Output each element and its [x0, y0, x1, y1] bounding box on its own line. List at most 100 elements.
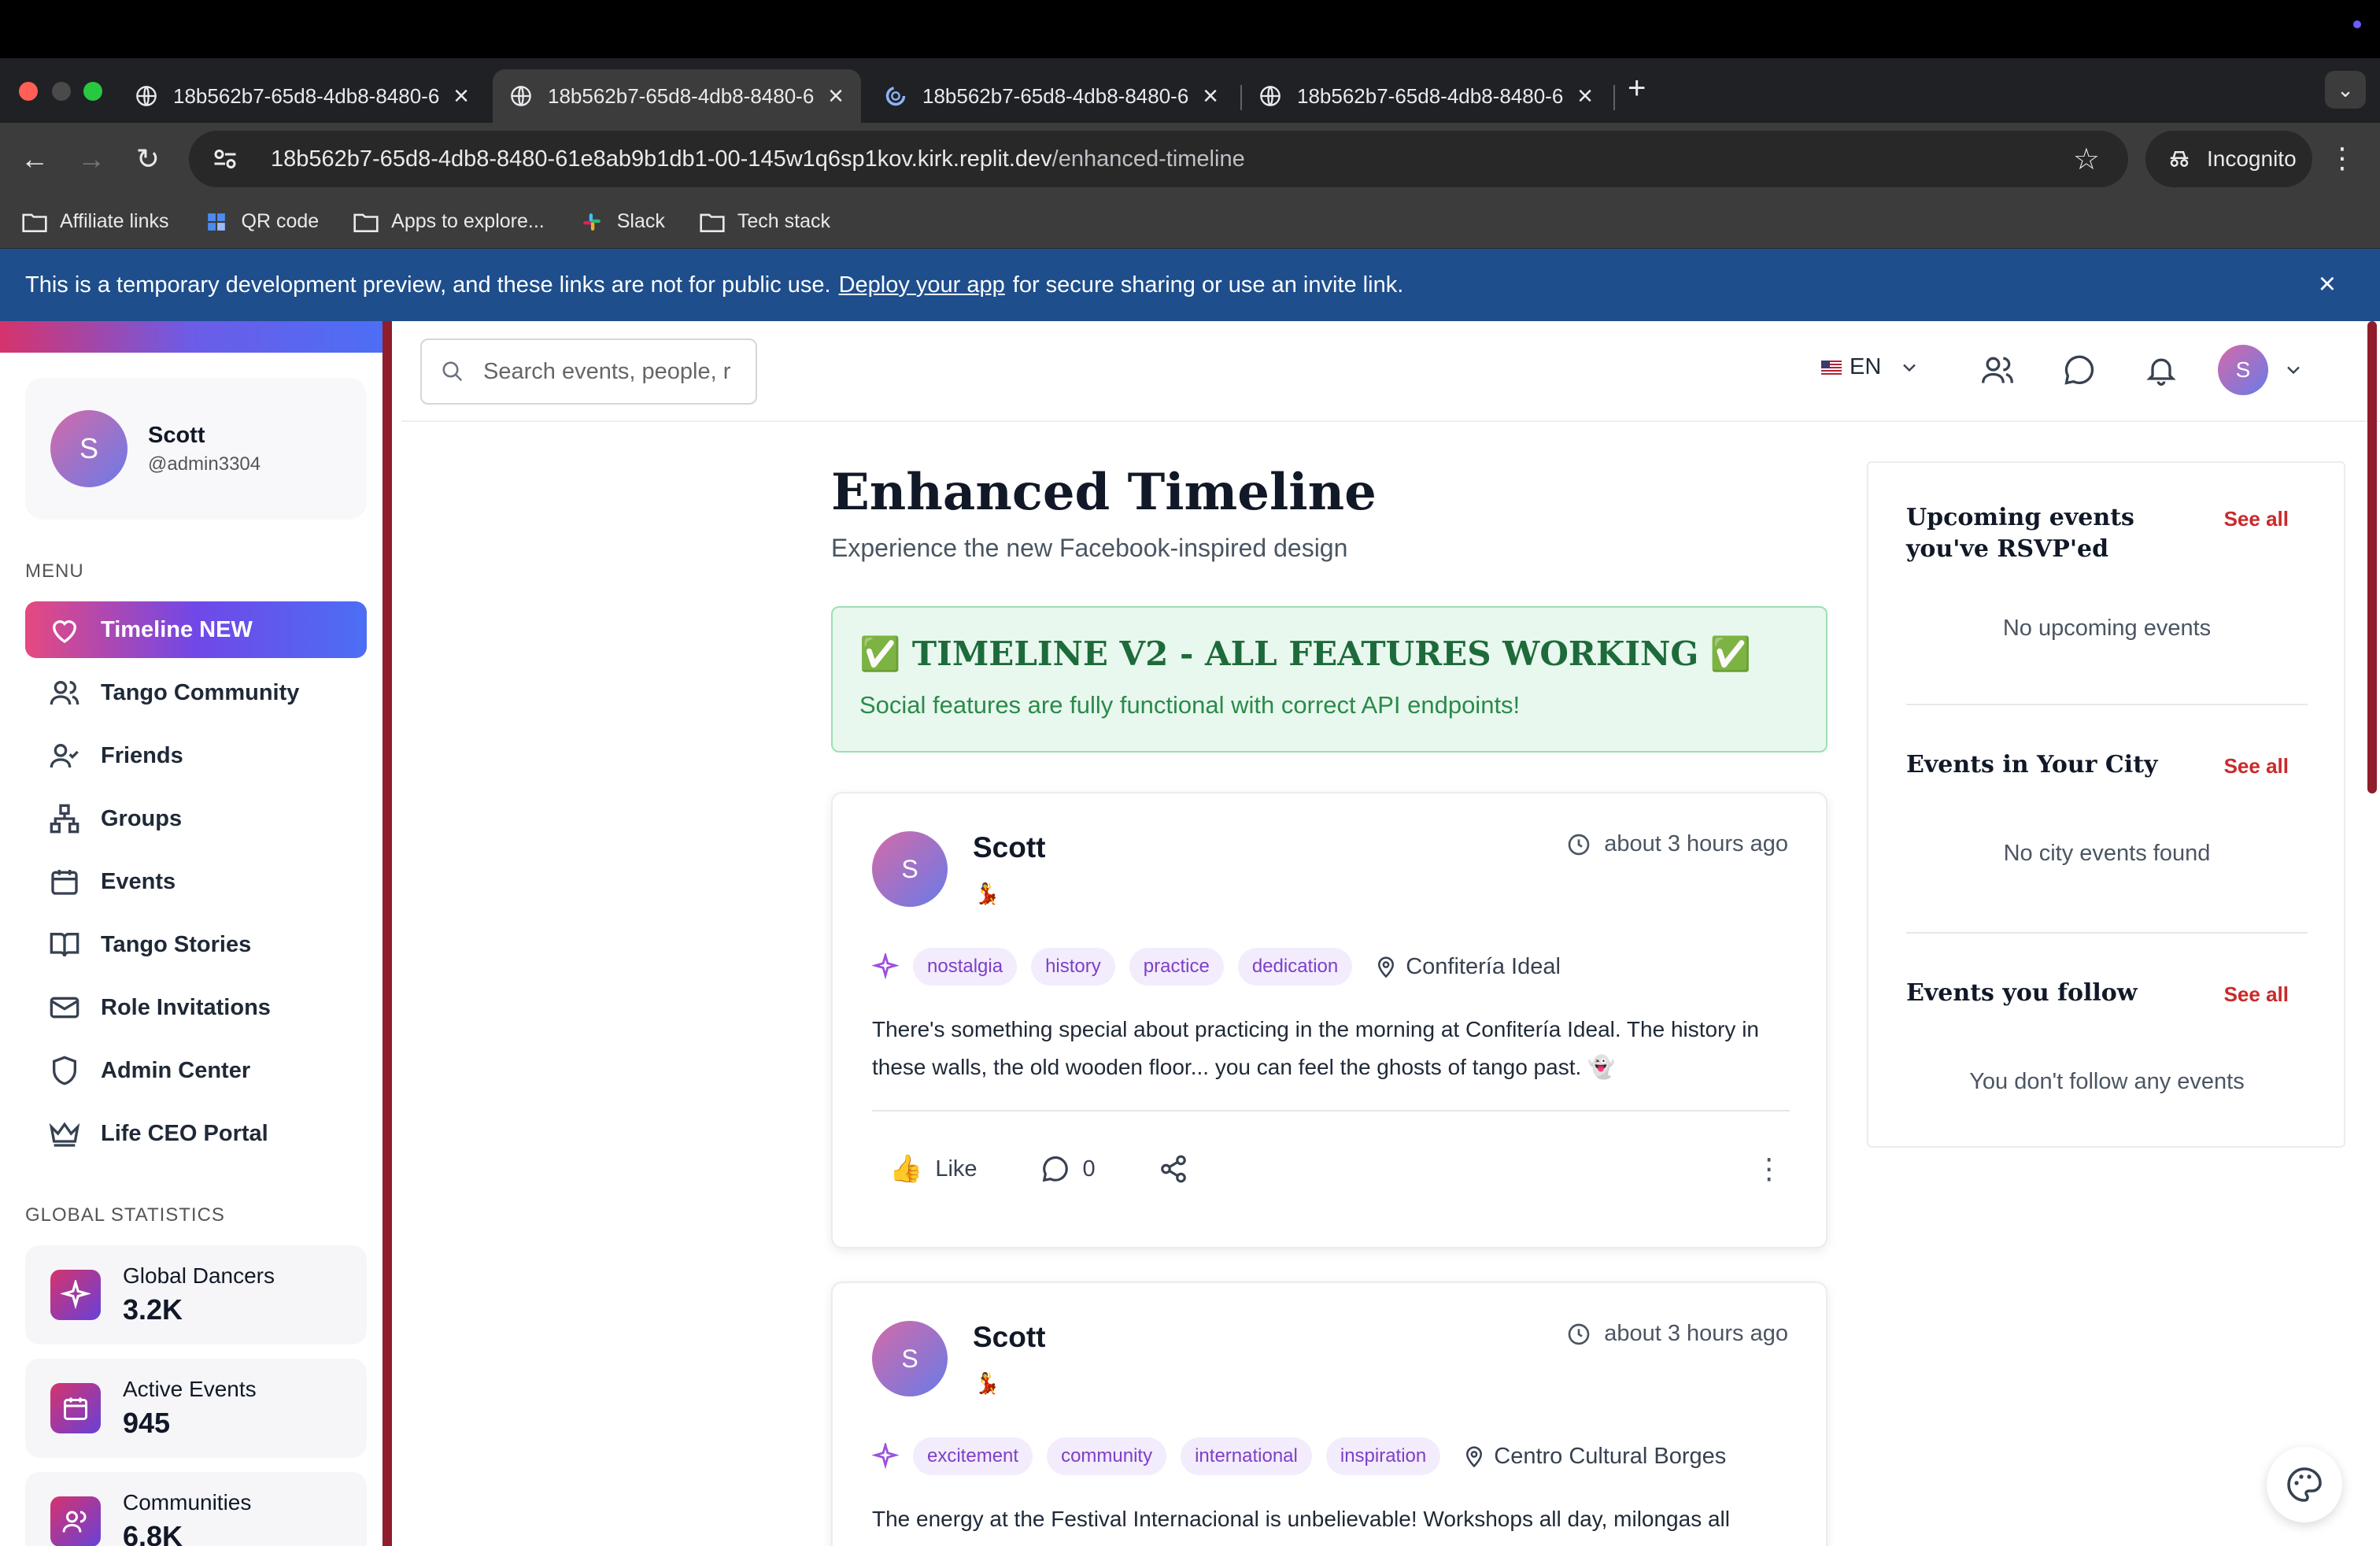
- window-close-button[interactable]: [19, 82, 38, 101]
- user-menu[interactable]: S: [2218, 345, 2304, 395]
- tag-badge[interactable]: international: [1181, 1437, 1312, 1475]
- stat-value: 945: [123, 1407, 171, 1439]
- deploy-app-link[interactable]: Deploy your app: [839, 272, 1005, 298]
- see-all-link[interactable]: See all: [2224, 507, 2289, 531]
- search-input[interactable]: [483, 358, 751, 385]
- sidebar-item-events[interactable]: Events: [25, 853, 367, 910]
- stat-card-global-dancers: Global Dancers 3.2K: [25, 1245, 367, 1344]
- forward-button[interactable]: →: [72, 140, 110, 178]
- site-settings-icon[interactable]: [211, 145, 239, 173]
- avatar: S: [50, 410, 128, 487]
- message-icon[interactable]: [2062, 353, 2097, 387]
- tab-strip: 18b562b7-65d8-4db8-8480-61e8ab9b1db1 × 1…: [0, 58, 2380, 123]
- users-icon: [50, 1496, 101, 1546]
- sidebar-item-label: Tango Stories: [101, 931, 252, 957]
- sidebar-item-role-invitations[interactable]: Role Invitations: [25, 979, 367, 1036]
- location-label: Centro Cultural Borges: [1494, 1443, 1727, 1469]
- back-button[interactable]: ←: [16, 140, 54, 178]
- incognito-indicator[interactable]: Incognito: [2145, 131, 2312, 187]
- bookmarks-bar: Affiliate links QR code Apps to explore.…: [0, 195, 2380, 249]
- tag-badge[interactable]: excitement: [913, 1437, 1033, 1475]
- bookmark-apps-to-explore[interactable]: Apps to explore...: [353, 210, 545, 233]
- profile-text: Scott @admin3304: [148, 423, 261, 475]
- sidebar-item-friends[interactable]: Friends: [25, 727, 367, 784]
- tag-badge[interactable]: history: [1031, 948, 1115, 986]
- sidebar-item-timeline[interactable]: Timeline NEW: [25, 601, 367, 658]
- success-notice: ✅ TIMELINE V2 - ALL FEATURES WORKING ✅ S…: [831, 606, 1828, 753]
- sparkle-icon: [872, 953, 899, 980]
- friends-icon[interactable]: [1980, 353, 2015, 387]
- browser-tab-1[interactable]: 18b562b7-65d8-4db8-8480-61e8ab9b1db1 ×: [118, 69, 486, 123]
- bookmark-slack[interactable]: Slack: [579, 210, 665, 233]
- sidebar-item-tango-community[interactable]: Tango Community: [25, 664, 367, 721]
- more-options-icon[interactable]: ⋮: [1755, 1152, 1783, 1185]
- sidebar-item-groups[interactable]: Groups: [25, 790, 367, 847]
- close-icon[interactable]: ×: [2319, 268, 2336, 301]
- sparkle-icon: [872, 1443, 899, 1470]
- post-location[interactable]: Centro Cultural Borges: [1462, 1444, 1726, 1470]
- mail-icon: [50, 997, 79, 1019]
- tab-search-button[interactable]: ⌄: [2325, 71, 2366, 109]
- tab-title: 18b562b7-65d8-4db8-8480-61e8ab9b1db1: [922, 83, 1189, 108]
- heart-icon: [52, 620, 77, 643]
- bell-icon[interactable]: [2144, 353, 2179, 387]
- bookmark-affiliate-links[interactable]: Affiliate links: [22, 210, 169, 233]
- close-icon[interactable]: ×: [453, 81, 469, 112]
- post-location[interactable]: Confitería Ideal: [1374, 954, 1561, 980]
- folder-icon: [22, 213, 47, 232]
- browser-tab-3[interactable]: 18b562b7-65d8-4db8-8480-61e8ab9b1db1 ×: [867, 69, 1236, 123]
- close-icon[interactable]: ×: [828, 81, 844, 112]
- section-title: Events in Your City: [1906, 751, 2158, 779]
- window-zoom-button[interactable]: [83, 82, 102, 101]
- see-all-link[interactable]: See all: [2224, 754, 2289, 779]
- tag-badge[interactable]: dedication: [1237, 948, 1353, 986]
- page-subtitle: Experience the new Facebook-inspired des…: [831, 534, 1348, 562]
- sparkle-icon: [50, 1270, 101, 1320]
- stats-label: GLOBAL STATISTICS: [25, 1204, 225, 1226]
- browser-menu-icon[interactable]: ⋮: [2328, 142, 2356, 175]
- tag-badge[interactable]: nostalgia: [913, 948, 1018, 986]
- tag-badge[interactable]: inspiration: [1325, 1437, 1441, 1475]
- like-button[interactable]: 👍 Like: [889, 1153, 978, 1185]
- sidebar-item-label: Life CEO Portal: [101, 1120, 268, 1146]
- bookmark-tech-stack[interactable]: Tech stack: [700, 210, 830, 233]
- stat-card-active-events: Active Events 945: [25, 1359, 367, 1458]
- recording-indicator: [2353, 20, 2361, 28]
- avatar[interactable]: S: [872, 831, 948, 907]
- banner-text: This is a temporary development preview,…: [25, 272, 831, 298]
- stat-value: 3.2K: [123, 1293, 183, 1326]
- bookmark-qr-code[interactable]: QR code: [204, 210, 319, 233]
- browser-tab-2[interactable]: 18b562b7-65d8-4db8-8480-61e8ab9b1db1 ×: [493, 69, 861, 123]
- close-icon[interactable]: ×: [1203, 81, 1218, 112]
- language-selector[interactable]: EN: [1821, 354, 1920, 380]
- loading-spinner-icon: [885, 86, 906, 106]
- new-tab-button[interactable]: +: [1628, 72, 1646, 104]
- window-minimize-button[interactable]: [52, 82, 71, 101]
- see-all-link[interactable]: See all: [2224, 982, 2289, 1007]
- section-divider: [1906, 704, 2308, 705]
- profile-card[interactable]: S Scott @admin3304: [25, 378, 367, 520]
- sidebar-item-admin-center[interactable]: Admin Center: [25, 1042, 367, 1099]
- globe-icon: [1260, 86, 1281, 106]
- page-scrollbar[interactable]: [2367, 321, 2377, 793]
- address-bar[interactable]: 18b562b7-65d8-4db8-8480-61e8ab9b1db1-00-…: [189, 131, 2128, 187]
- close-icon[interactable]: ×: [1577, 81, 1593, 112]
- stat-label: Communities: [123, 1490, 252, 1515]
- share-icon[interactable]: [1159, 1154, 1188, 1184]
- sidebar-item-life-ceo-portal[interactable]: Life CEO Portal: [25, 1105, 367, 1162]
- avatar[interactable]: S: [872, 1321, 948, 1396]
- theme-palette-button[interactable]: [2267, 1447, 2342, 1522]
- globe-icon: [136, 86, 157, 106]
- post-tags: nostalgia history practice dedication Co…: [872, 948, 1561, 986]
- post-mood-emoji: 💃: [974, 1371, 1000, 1395]
- post-author[interactable]: Scott: [973, 1321, 1046, 1354]
- sidebar-item-tango-stories[interactable]: Tango Stories: [25, 916, 367, 973]
- tag-badge[interactable]: practice: [1129, 948, 1224, 986]
- reload-button[interactable]: ↻: [129, 140, 167, 178]
- comment-button[interactable]: 0: [1040, 1154, 1096, 1184]
- globe-icon: [511, 86, 531, 106]
- post-author[interactable]: Scott: [973, 831, 1046, 864]
- tag-badge[interactable]: community: [1047, 1437, 1167, 1475]
- browser-tab-4[interactable]: 18b562b7-65d8-4db8-8480-61e8ab9b1db1 ×: [1242, 69, 1610, 123]
- bookmark-star-icon[interactable]: ☆: [2073, 142, 2100, 177]
